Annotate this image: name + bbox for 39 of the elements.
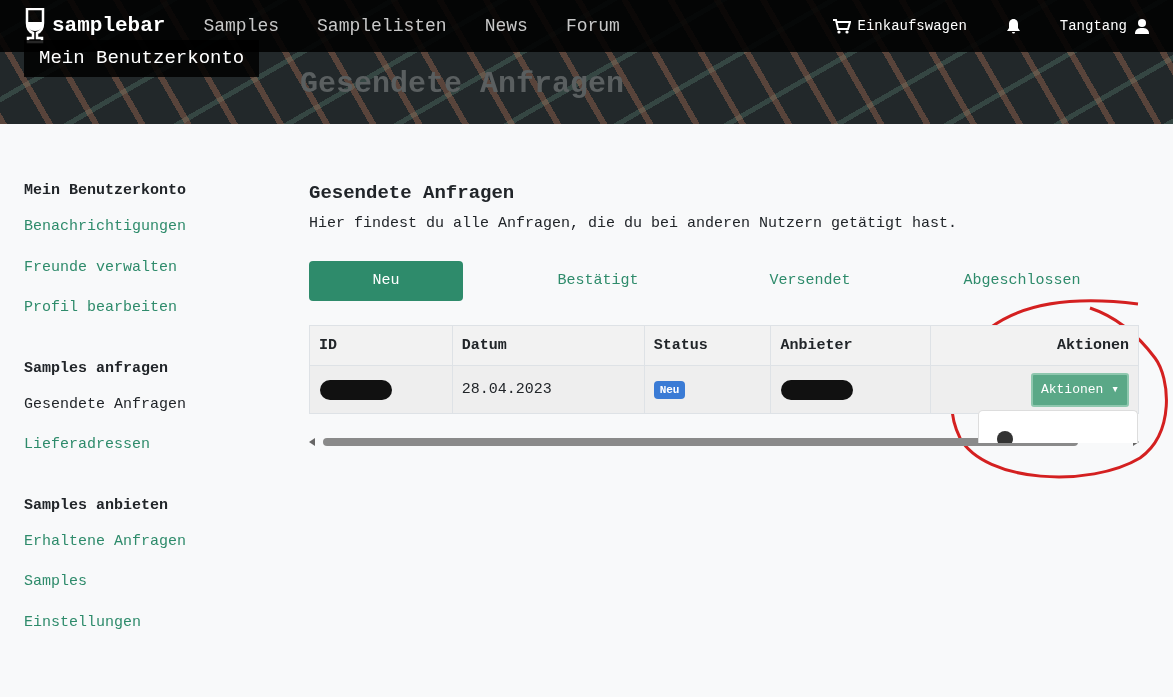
sidebar-link[interactable]: Benachrichtigungen [24,216,309,239]
scroll-left-icon[interactable] [309,438,315,446]
hero-title: Mein Benutzerkonto [24,40,260,77]
sidebar-heading: Mein Benutzerkonto [24,182,188,200]
nav-link[interactable]: Samples [203,12,280,40]
page-description: Hier findest du alle Anfragen, die du bei anderen Nutzern getätigt hast. [309,213,959,234]
scrollbar-thumb[interactable] [323,438,1078,446]
tab[interactable]: Bestätigt [521,261,675,302]
tab[interactable]: Neu [309,261,463,302]
sidebar-link[interactable]: Samples [24,571,309,594]
user-icon [1135,18,1149,34]
column-header: Anbieter [770,325,931,366]
page-title: Gesendete Anfragen [309,182,516,205]
cart-link[interactable]: Einkaufswagen [832,15,967,37]
sidebar-heading: Samples anbieten [24,496,170,515]
sidebar-link[interactable]: Erhaltene Anfragen [24,530,309,553]
nav-link[interactable]: News [484,12,528,40]
sidebar-link[interactable]: Lieferadressen [24,434,309,457]
column-header: Aktionen [930,325,1139,366]
status-badge: Neu [653,380,686,399]
sidebar-heading: Samples anfragen [24,359,170,378]
column-header: ID [309,325,453,366]
actions-dropdown-button[interactable]: Aktionen ▾ [1030,373,1129,407]
notification-bell-icon[interactable] [1006,18,1020,34]
tab[interactable]: Abgeschlossen [945,261,1099,302]
column-header: Datum [452,325,645,366]
info-icon [997,431,1013,444]
column-header: Status [644,325,771,366]
sidebar-link[interactable]: Profil bearbeiten [24,297,309,320]
nav-link[interactable]: Forum [565,12,620,40]
cart-icon [832,18,851,34]
tab[interactable]: Versendet [733,261,887,302]
hero-background-title: Gesendete Anfragen [300,66,625,102]
user-menu-link[interactable]: Tangtang [1059,15,1149,37]
nav-link[interactable]: Samplelisten [317,12,447,40]
sidebar-link[interactable]: Einstellungen [24,611,309,634]
sidebar-link[interactable]: Gesendete Anfragen [24,393,309,416]
date-cell: 28.04.2023 [452,365,645,414]
sidebar-link[interactable]: Freunde verwalten [24,256,309,279]
